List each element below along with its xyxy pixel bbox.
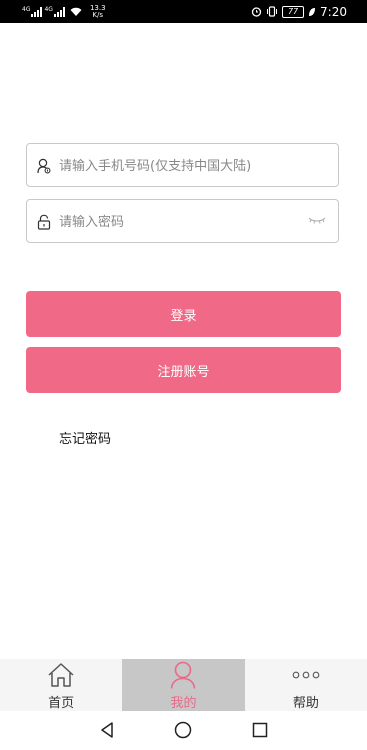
leaf-icon — [309, 7, 316, 16]
tab-mine[interactable]: 我的 — [122, 659, 245, 711]
tab-help-label: 帮助 — [292, 696, 319, 711]
signal-icon: 4G — [44, 5, 65, 17]
vibrate-icon — [267, 6, 278, 17]
user-icon — [37, 158, 51, 174]
net-speed-unit: K/s — [92, 10, 104, 19]
signal-type-label: 4G — [22, 5, 31, 13]
status-left: 4G 4G 13.3 K/s — [22, 3, 106, 20]
status-right: 77 7:20 — [251, 3, 347, 20]
signal-type-label: 4G — [44, 5, 53, 13]
password-input[interactable] — [59, 208, 309, 236]
password-field[interactable] — [26, 199, 339, 243]
login-button[interactable]: 登录 — [26, 291, 341, 337]
more-dots-icon — [292, 671, 320, 679]
tab-home-label: 首页 — [48, 696, 75, 711]
status-bar: 4G 4G 13.3 K/s 77 7:20 — [0, 0, 367, 23]
person-icon — [171, 661, 196, 689]
back-icon[interactable] — [99, 721, 115, 739]
register-button[interactable]: 注册账号 — [26, 347, 341, 393]
tab-help[interactable]: 帮助 — [245, 659, 367, 711]
signal-icon: 4G — [22, 5, 43, 17]
net-speed: 13.3 K/s — [90, 4, 106, 19]
battery-level: 77 — [282, 5, 305, 18]
recents-square-icon[interactable] — [252, 721, 268, 739]
home-icon — [48, 663, 74, 687]
forgot-password-link[interactable]: 忘记密码 — [59, 428, 111, 447]
clock: 7:20 — [320, 4, 347, 19]
wifi-icon — [70, 7, 82, 16]
lock-icon — [37, 214, 51, 230]
phone-input[interactable] — [59, 152, 309, 180]
eye-closed-icon[interactable] — [308, 217, 326, 225]
home-circle-icon[interactable] — [174, 721, 192, 739]
phone-field[interactable] — [26, 143, 339, 187]
tab-home[interactable]: 首页 — [0, 659, 122, 711]
alarm-icon — [251, 7, 262, 17]
register-button-label: 注册账号 — [157, 364, 210, 380]
login-button-label: 登录 — [170, 308, 197, 324]
system-nav-bar — [0, 711, 367, 750]
bottom-tab-bar: 首页 我的 帮助 — [0, 659, 367, 711]
tab-mine-label: 我的 — [170, 696, 197, 711]
